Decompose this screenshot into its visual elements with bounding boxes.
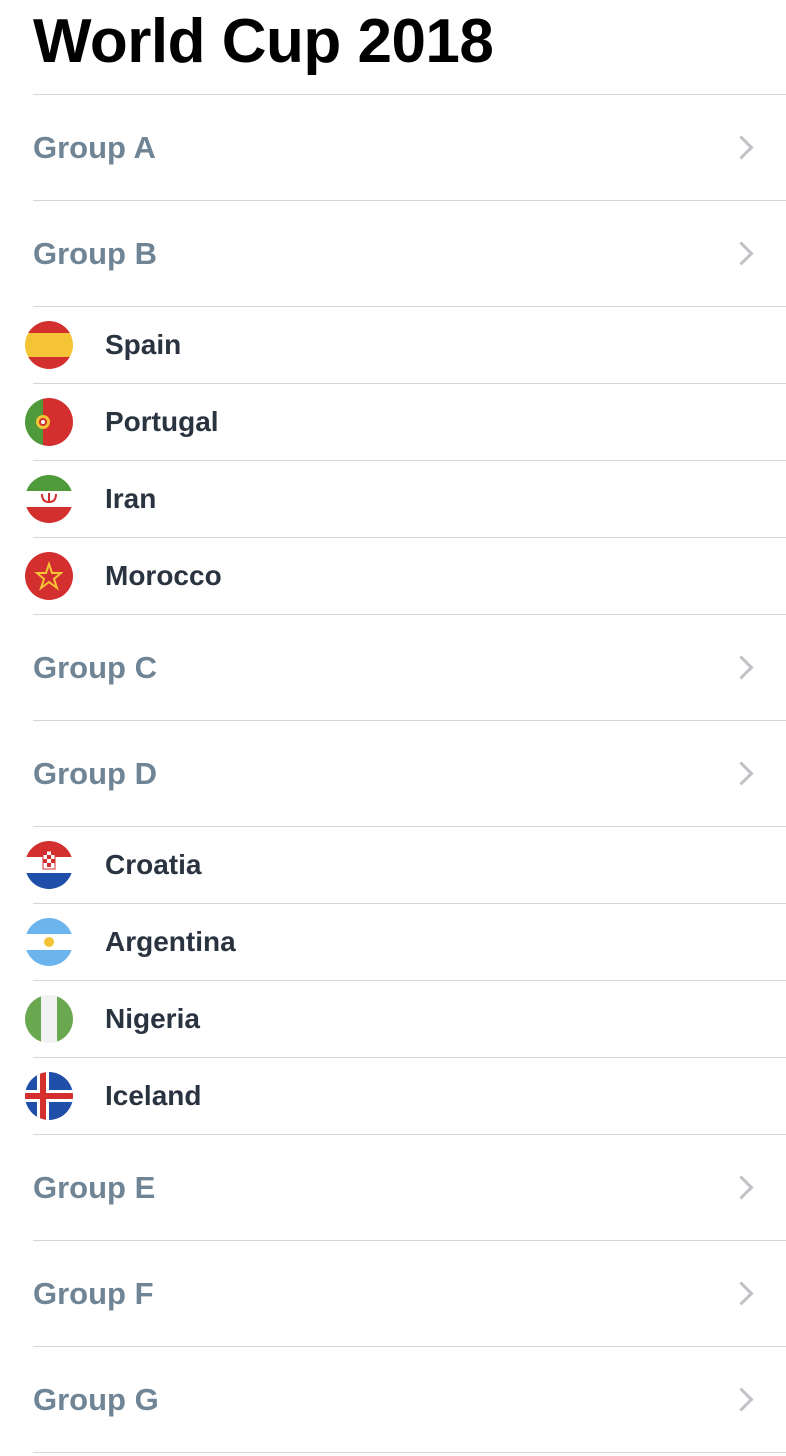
page-title: World Cup 2018	[33, 7, 494, 76]
team-row-morocco[interactable]: Morocco	[0, 538, 786, 614]
group-row-b[interactable]: Group B	[0, 201, 786, 306]
iran-flag-icon	[25, 475, 73, 523]
divider	[33, 1452, 786, 1453]
chevron-right-icon	[729, 241, 754, 266]
groups-list: Group A Group B Spain Portugal Iran Moro…	[0, 94, 786, 1453]
team-name: Croatia	[105, 849, 202, 880]
iceland-flag-icon	[25, 1072, 73, 1120]
team-row-nigeria[interactable]: Nigeria	[0, 981, 786, 1057]
team-row-iran[interactable]: Iran	[0, 461, 786, 537]
team-name: Iceland	[105, 1080, 202, 1111]
chevron-right-icon	[729, 1281, 754, 1306]
nigeria-flag-icon	[25, 995, 73, 1043]
group-label: Group G	[33, 1381, 159, 1417]
group-label: Group A	[33, 129, 156, 165]
group-label: Group F	[33, 1275, 154, 1311]
morocco-flag-icon	[25, 552, 73, 600]
group-row-c[interactable]: Group C	[0, 615, 786, 720]
spain-flag-icon	[25, 321, 73, 369]
portugal-flag-icon	[25, 398, 73, 446]
chevron-right-icon	[729, 1387, 754, 1412]
team-row-croatia[interactable]: Croatia	[0, 827, 786, 903]
team-name: Argentina	[105, 926, 236, 957]
chevron-right-icon	[729, 761, 754, 786]
chevron-right-icon	[729, 1175, 754, 1200]
team-row-argentina[interactable]: Argentina	[0, 904, 786, 980]
group-row-d[interactable]: Group D	[0, 721, 786, 826]
group-row-a[interactable]: Group A	[0, 95, 786, 200]
team-row-spain[interactable]: Spain	[0, 307, 786, 383]
group-row-g[interactable]: Group G	[0, 1347, 786, 1452]
team-name: Iran	[105, 483, 157, 514]
team-name: Spain	[105, 329, 182, 360]
team-row-iceland[interactable]: Iceland	[0, 1058, 786, 1134]
group-row-f[interactable]: Group F	[0, 1241, 786, 1346]
team-name: Nigeria	[105, 1003, 200, 1034]
group-label: Group C	[33, 649, 157, 685]
chevron-right-icon	[729, 655, 754, 680]
team-name: Portugal	[105, 406, 219, 437]
group-row-e[interactable]: Group E	[0, 1135, 786, 1240]
group-label: Group E	[33, 1169, 156, 1205]
team-row-portugal[interactable]: Portugal	[0, 384, 786, 460]
croatia-flag-icon	[25, 841, 73, 889]
argentina-flag-icon	[25, 918, 73, 966]
group-label: Group B	[33, 235, 157, 271]
team-name: Morocco	[105, 560, 222, 591]
group-label: Group D	[33, 755, 157, 791]
chevron-right-icon	[729, 135, 754, 160]
